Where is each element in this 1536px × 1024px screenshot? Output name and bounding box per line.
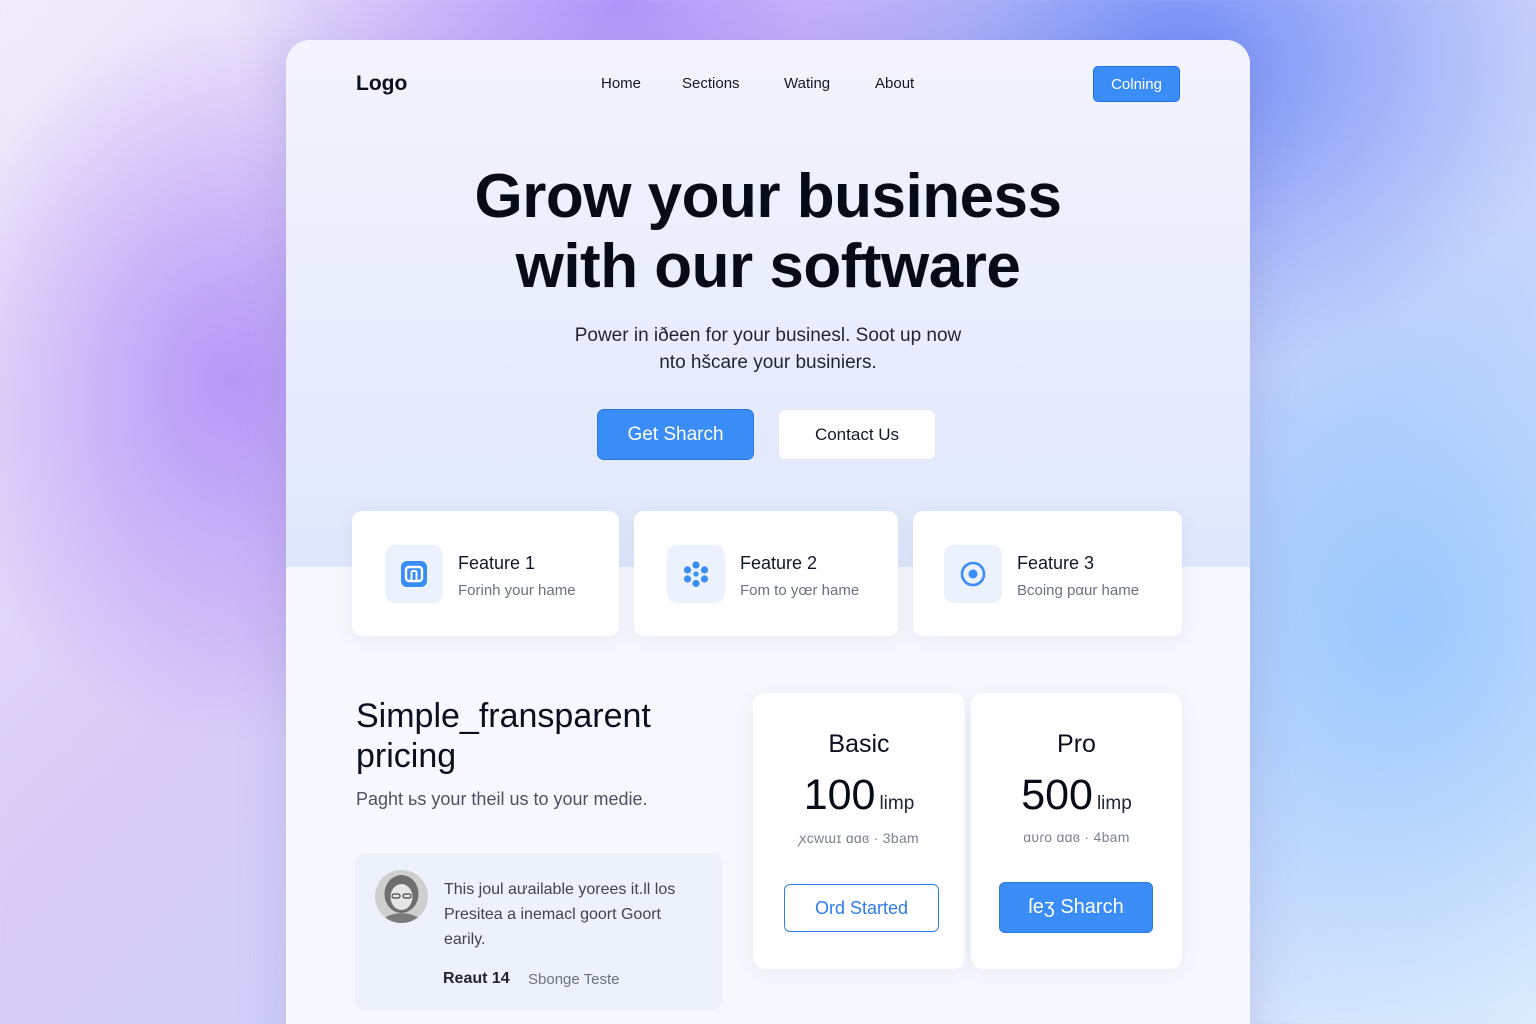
plan-price: 500 limp [971, 771, 1182, 820]
testimonial-author-name: Reaut 14 [443, 970, 510, 987]
plan-card-pro: Pro 500 limp ɑυɾo ɑɑɞ · 4bam ſeʒ Sharch [971, 693, 1182, 969]
plan-price-amount: 100 [803, 771, 876, 819]
feature-card-1[interactable]: Feature 1 Forinh your hame [352, 511, 619, 636]
feature-card-3[interactable]: Feature 3 Bcoing pαur hame [913, 511, 1182, 636]
plan-price-unit: limp [1096, 793, 1132, 814]
plan-price-amount: 500 [1021, 771, 1093, 819]
hero-background [286, 40, 1250, 567]
hero-title-line-2: with our software [515, 232, 1021, 301]
plan-price-unit: limp [879, 793, 915, 814]
plan-note: ꭗcwɯɪ ɑɑɞ · 3bam [798, 830, 919, 846]
plan-card-basic: Basic 100 limp ꭗcwɯɪ ɑɑɞ · 3bam Ord Start… [753, 693, 965, 969]
feature-title: Feature 3 [1017, 553, 1095, 573]
dots-cluster-icon [667, 545, 725, 603]
target-icon [944, 545, 1002, 603]
contact-us-button[interactable]: Contact Us [778, 409, 936, 460]
feature-description: Bcoing pαur hame [1017, 582, 1140, 599]
feature-title: Feature 2 [740, 553, 818, 573]
feature-description: Forinh your hame [458, 582, 576, 599]
plan-name: Pro [1057, 730, 1096, 758]
plan-note: ɑυɾo ɑɑɞ · 4bam [1023, 829, 1130, 845]
pricing-title: Simple_fransparent pricing [356, 697, 651, 775]
testimonial-author-role: Sbonge Teste [528, 971, 620, 988]
testimonial-quote: This joul aưailable yorees it.ll los Pre… [444, 881, 676, 948]
nav-link-home[interactable]: Home [601, 75, 641, 92]
landing-page-card: Logo Home Sections Wating About Colning … [286, 40, 1250, 1024]
nav-cta-button[interactable]: Colning [1093, 66, 1180, 102]
logo[interactable]: Logo [356, 72, 407, 96]
get-started-button[interactable]: Get Sharch [597, 409, 754, 460]
nav-link-sections[interactable]: Sections [682, 75, 740, 92]
hero-title-line-1: Grow your business [474, 162, 1062, 231]
testimonial-card: This joul aưailable yorees it.ll los Pre… [355, 853, 722, 1010]
nav-link-wating[interactable]: Wating [784, 75, 830, 92]
plan-basic-button[interactable]: Ord Started [784, 884, 939, 932]
plan-pro-button[interactable]: ſeʒ Sharch [999, 882, 1153, 933]
feature-card-2[interactable]: Feature 2 Fom to yœr hame [634, 511, 898, 636]
nav-link-about[interactable]: About [875, 75, 914, 92]
avatar [375, 870, 428, 923]
hero-title: Grow your business with our software [286, 162, 1250, 302]
hero-subtitle: Power in iðeen for your businesl. Soot u… [286, 322, 1250, 376]
pricing-subtitle: Paght ьs your theil us to your medie. [356, 789, 648, 809]
app-window-icon [385, 545, 443, 603]
feature-description: Fom to yœr hame [740, 582, 860, 599]
hero-subtitle-line-2: nto hšcare your businiers. [659, 352, 877, 373]
plan-price: 100 limp [753, 771, 965, 820]
plan-name: Basic [828, 730, 890, 758]
hero-subtitle-line-1: Power in iðeen for your businesl. Soot u… [574, 325, 962, 346]
feature-title: Feature 1 [458, 553, 536, 573]
